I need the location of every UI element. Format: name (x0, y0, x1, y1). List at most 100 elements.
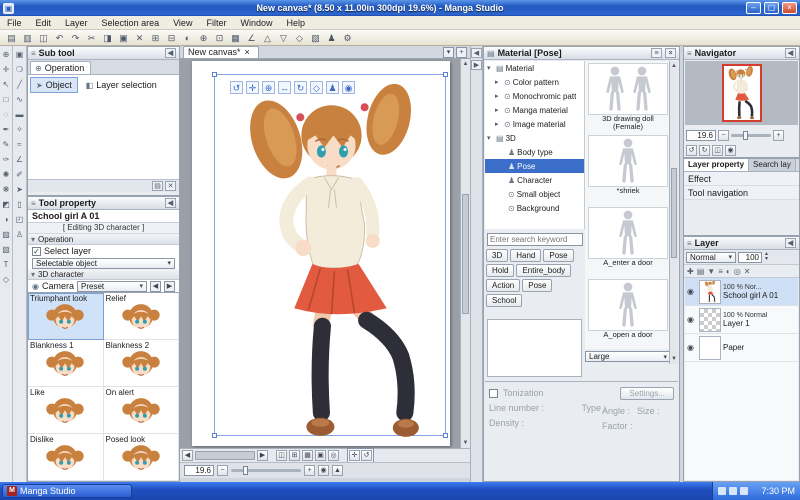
ruler-icon[interactable]: ∠ (244, 31, 259, 45)
combine-below-icon[interactable]: ≡ (718, 267, 723, 276)
select-all-icon[interactable]: ⊞ (148, 31, 163, 45)
camera-preset-dropdown[interactable]: Preset ▾ (77, 280, 147, 292)
navigator-zoom-slider[interactable] (731, 130, 771, 140)
frame-border-tool[interactable]: ▣ (14, 47, 26, 62)
panel-menu-icon[interactable]: ≡ (31, 199, 36, 208)
lasso-tool[interactable]: ◌ (0, 107, 12, 122)
fill-tool[interactable]: ▨ (0, 227, 12, 242)
figure-tool[interactable]: ◇ (0, 272, 12, 287)
deselect-icon[interactable]: ⊟ (164, 31, 179, 45)
snap-ruler-icon[interactable]: △ (260, 31, 275, 45)
scroll-right-icon[interactable]: ▶ (257, 450, 268, 461)
material-tree-item[interactable]: ♟ Character (485, 173, 584, 187)
object-scale-icon[interactable]: ◇ (310, 81, 323, 94)
zoom-tool[interactable]: ⊕ (0, 47, 12, 62)
material-tree-item[interactable]: ▸ ⊙ Image material (485, 117, 584, 131)
eraser-tool[interactable]: ◩ (0, 197, 12, 212)
menu-item[interactable]: Layer (58, 16, 95, 30)
menu-item[interactable]: Help (279, 16, 312, 30)
tray-icon[interactable] (740, 487, 748, 495)
selection-tool[interactable]: □ (0, 92, 12, 107)
navigator-preview-area[interactable] (685, 61, 798, 125)
snap-grid-icon[interactable]: ◇ (292, 31, 307, 45)
rotate-reset-icon[interactable]: ▲ (332, 465, 343, 476)
collapse-right-icon[interactable]: ▶ (471, 60, 482, 70)
material-item[interactable]: *shriek (585, 133, 671, 205)
3d-character-school-girl[interactable] (236, 77, 442, 448)
hand-nav-icon[interactable]: ✛ (349, 450, 360, 461)
line-tool[interactable]: ╱ (14, 77, 26, 92)
School girl A 01[interactable]: ◉ 100 % Nor... School girl A 01 (685, 278, 798, 306)
settings-icon[interactable]: ⚙ (340, 31, 355, 45)
cut-icon[interactable]: ✂ (84, 31, 99, 45)
delete-layer-icon[interactable]: ✕ (744, 267, 751, 276)
flip-horizontal-icon[interactable]: ◫ (712, 144, 723, 156)
delete-icon[interactable]: ✕ (132, 31, 147, 45)
text-tool[interactable]: T (0, 257, 12, 272)
expression-item[interactable]: Dislike (28, 434, 104, 481)
material-search-input[interactable] (487, 233, 583, 246)
tab-close-icon[interactable]: × (245, 47, 250, 57)
panel-collapse-icon[interactable]: ◀ (165, 198, 176, 208)
tree-expander-icon[interactable]: ▸ (495, 92, 502, 100)
thumbnail-size-dropdown[interactable]: Large ▾ (585, 351, 671, 362)
rotate-nav-icon[interactable]: ↺ (361, 450, 372, 461)
material-tree-item[interactable]: ▸ ⊙ Manga material (485, 103, 584, 117)
root-move-icon[interactable]: ◉ (342, 81, 355, 94)
visibility-eye-icon[interactable]: ◉ (687, 343, 697, 352)
Layer 1[interactable]: ◉ 100 % Normal Layer 1 (685, 306, 798, 334)
zoom-icon[interactable]: ⊕ (196, 31, 211, 45)
save-file-icon[interactable]: ◫ (36, 31, 51, 45)
material-tree-item[interactable]: ▾ ▤ Material (485, 61, 584, 75)
close-button[interactable]: × (782, 2, 797, 14)
canvas-viewport[interactable]: ↺ ✛ ⊕ ↔ ↻ ◇ ♟ ◉ (180, 59, 460, 448)
material-tag-button[interactable]: 3D (486, 249, 509, 262)
scroll-up-icon[interactable]: ▲ (671, 62, 677, 70)
gradient-tool[interactable]: ▧ (0, 242, 12, 257)
bbox-handle[interactable] (443, 72, 448, 77)
scrollbar-thumb[interactable] (671, 167, 677, 258)
menu-item[interactable]: File (0, 16, 29, 30)
object-move-icon[interactable]: ↔ (278, 81, 291, 94)
expression-item[interactable]: Blankness 1 (28, 340, 104, 387)
material-tree-item[interactable]: ♟ Body type (485, 145, 584, 159)
menu-item[interactable]: Window (233, 16, 279, 30)
selectable-object-dropdown[interactable]: Selectable object ▾ (32, 257, 175, 269)
brush-tool[interactable]: ✑ (0, 152, 12, 167)
material-tag-button[interactable]: School (486, 294, 523, 307)
mask-icon[interactable]: ◐ (726, 267, 731, 276)
guide-toggle-icon[interactable]: ▦ (302, 450, 313, 461)
Paper[interactable]: ◉ Paper (685, 334, 798, 362)
navigator-page-thumbnail[interactable] (721, 64, 762, 122)
expression-item[interactable]: On alert (103, 387, 179, 434)
maximize-button[interactable]: ▢ (764, 2, 779, 14)
menu-item[interactable]: Selection area (95, 16, 167, 30)
canvas-page[interactable]: ↺ ✛ ⊕ ↔ ↻ ◇ ♟ ◉ (192, 61, 450, 446)
snap-special-icon[interactable]: ▽ (276, 31, 291, 45)
material-tree-item[interactable]: ▸ ⊙ Color pattern (485, 75, 584, 89)
transfer-down-icon[interactable]: ▼ (707, 267, 715, 276)
scroll-down-icon[interactable]: ▼ (671, 355, 677, 363)
panel-menu-icon[interactable]: ≡ (687, 49, 692, 58)
panel-close-icon[interactable]: × (665, 48, 676, 58)
bbox-handle[interactable] (212, 433, 217, 438)
move-tool[interactable]: ✛ (0, 62, 12, 77)
select-pen-tool[interactable]: ✐ (14, 167, 26, 182)
panel-collapse-icon[interactable]: ◀ (785, 238, 796, 248)
paste-icon[interactable]: ▣ (116, 31, 131, 45)
flip-view-icon[interactable]: ◫ (276, 450, 287, 461)
curve-tool[interactable]: ∿ (14, 92, 26, 107)
open-file-icon[interactable]: ▥ (20, 31, 35, 45)
zoom-slider-knob[interactable] (243, 466, 248, 475)
blend-mode-dropdown[interactable]: Normal ▾ (686, 251, 736, 263)
expression-item[interactable]: Like (28, 387, 104, 434)
panel-menu-icon[interactable]: ≡ (651, 48, 662, 58)
zoom-value-field[interactable]: 19.6 (184, 465, 214, 476)
reset-view-icon[interactable]: ◉ (725, 144, 736, 156)
object-tool[interactable]: ➤ (14, 182, 26, 197)
collapse-left-icon[interactable]: ◀ (471, 48, 482, 58)
taskbar-app-button[interactable]: M Manga Studio (2, 484, 132, 498)
polygon-tool[interactable]: ▬ (14, 107, 26, 122)
print-guide-icon[interactable]: ◎ (328, 450, 339, 461)
material-tree-item[interactable]: ⊙ Small object (485, 187, 584, 201)
